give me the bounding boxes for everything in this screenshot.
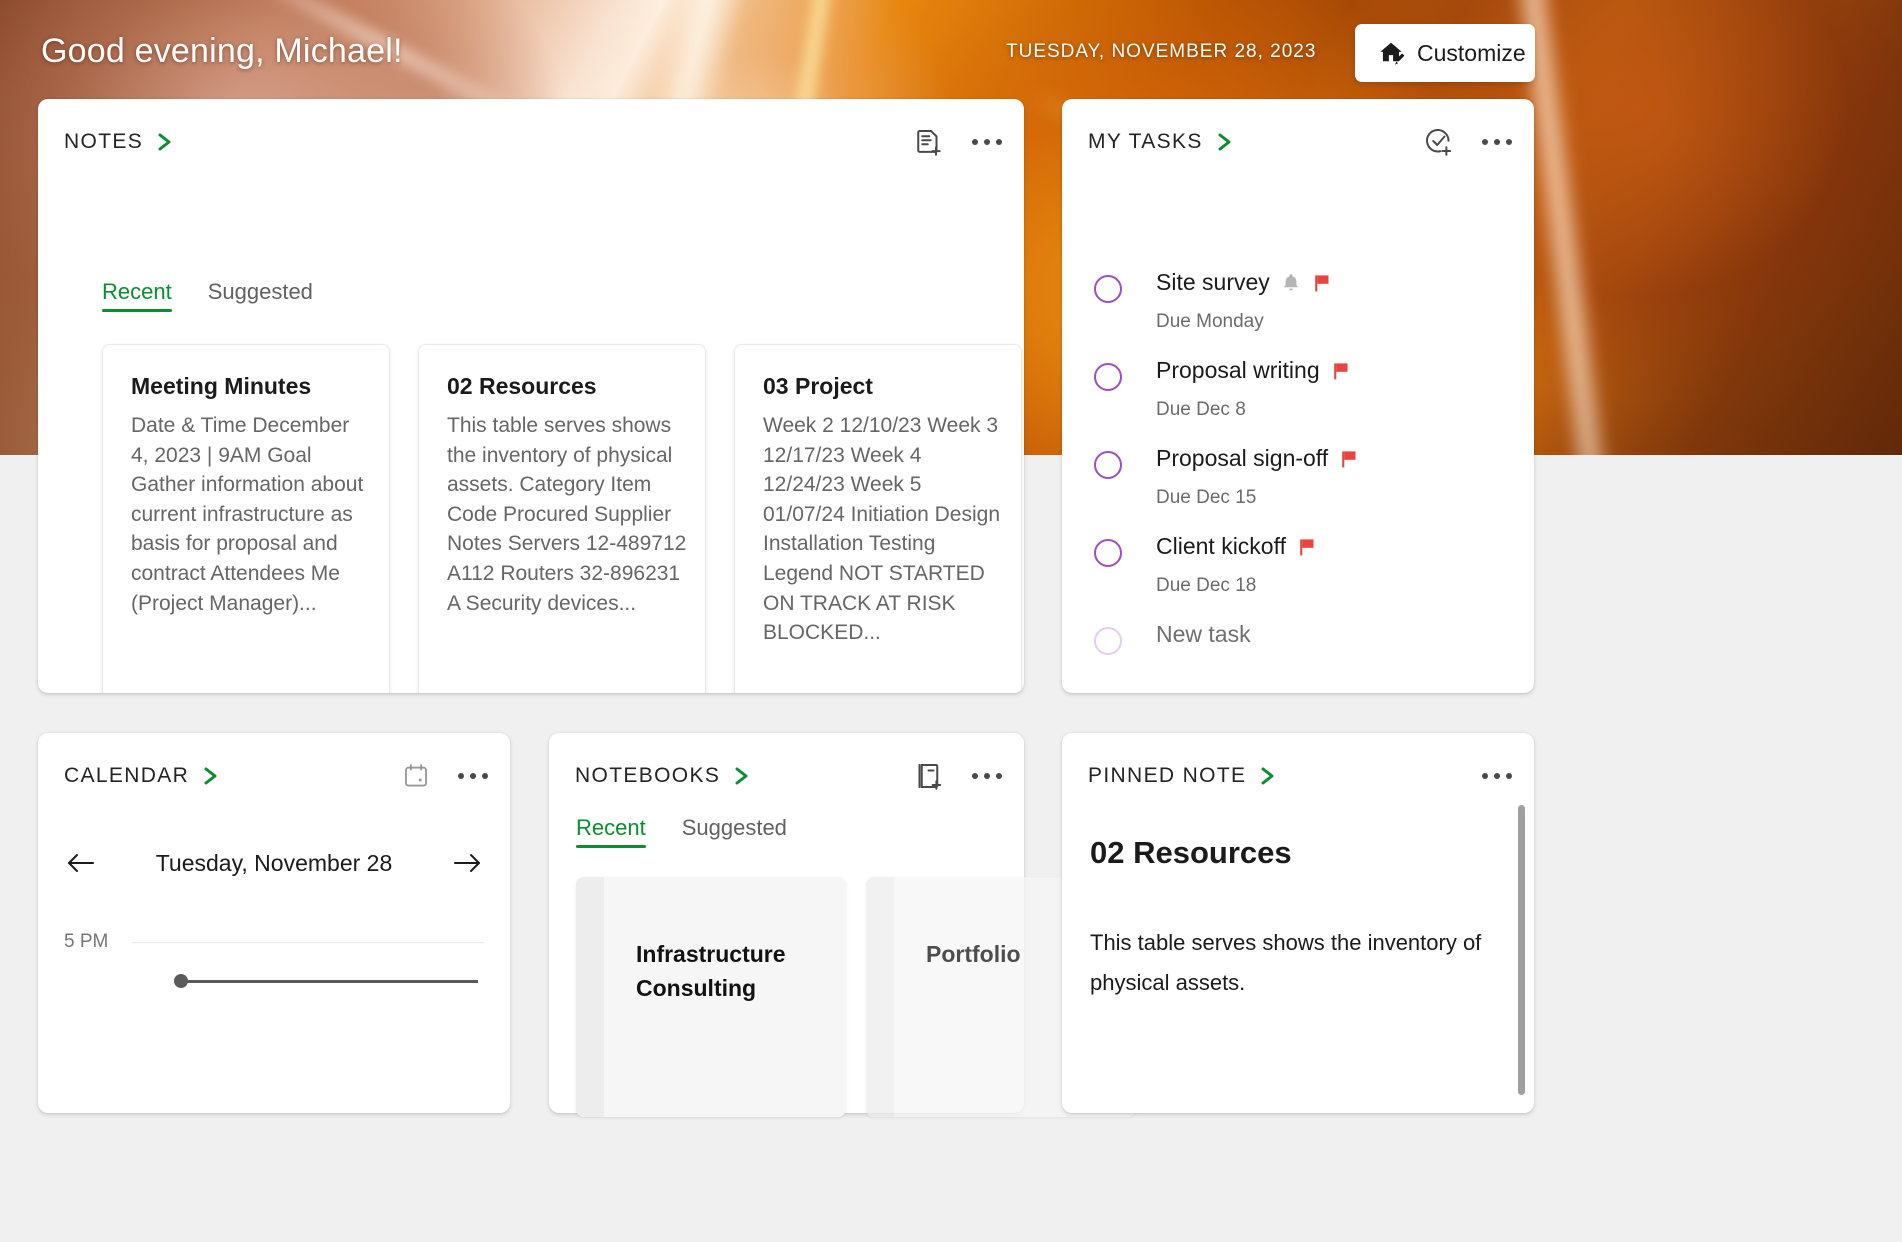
notes-card-title: NOTES bbox=[64, 130, 144, 153]
notebooks-more-options-icon[interactable] bbox=[972, 773, 1002, 779]
tab-notebooks-recent[interactable]: Recent bbox=[576, 815, 646, 848]
add-task-icon[interactable] bbox=[1424, 127, 1454, 157]
pinned-note-card-header: PINNED NOTE bbox=[1088, 759, 1512, 793]
pinned-note-more-options-icon[interactable] bbox=[1482, 773, 1512, 779]
notes-tabs: Recent Suggested bbox=[102, 279, 313, 312]
pinned-note-card: PINNED NOTE 02 Resources This table serv… bbox=[1062, 733, 1534, 1113]
my-tasks-more-options-icon[interactable] bbox=[1482, 139, 1512, 145]
task-checkbox[interactable] bbox=[1094, 451, 1122, 479]
note-title: Meeting Minutes bbox=[131, 373, 312, 399]
calendar-more-options-icon[interactable] bbox=[458, 773, 488, 779]
task-row[interactable]: Proposal writing Due Dec 8 bbox=[1094, 357, 1510, 445]
task-due-date: Due Dec 15 bbox=[1156, 487, 1257, 508]
new-task-label: New task bbox=[1156, 621, 1251, 647]
reminder-bell-icon bbox=[1281, 272, 1301, 294]
task-due-date: Due Dec 18 bbox=[1156, 575, 1257, 596]
new-note-icon[interactable] bbox=[914, 127, 944, 157]
notebook-spine bbox=[576, 877, 604, 1117]
note-title: 03 Project bbox=[763, 373, 873, 399]
notes-card: NOTES Recent Suggested Meeting Minutes D… bbox=[38, 99, 1024, 693]
calendar-icon[interactable] bbox=[402, 762, 430, 790]
calendar-hour-divider bbox=[132, 941, 484, 943]
note-tile[interactable]: 02 Resources This table serves shows the… bbox=[418, 344, 706, 693]
chevron-right-icon[interactable] bbox=[156, 131, 174, 153]
chevron-right-icon[interactable] bbox=[733, 765, 751, 787]
my-tasks-card-title: MY TASKS bbox=[1088, 130, 1203, 153]
task-row[interactable]: Proposal sign-off Due Dec 15 bbox=[1094, 445, 1510, 533]
pinned-note-title: 02 Resources bbox=[1090, 835, 1292, 870]
previous-day-arrow-icon[interactable] bbox=[64, 850, 98, 876]
calendar-current-time-indicator bbox=[174, 974, 478, 988]
chevron-right-icon[interactable] bbox=[1216, 131, 1234, 153]
calendar-navigation: Tuesday, November 28 bbox=[64, 843, 484, 883]
note-preview: This table serves shows the inventory of… bbox=[447, 414, 687, 615]
notes-more-options-icon[interactable] bbox=[972, 139, 1002, 145]
pinned-note-card-title: PINNED NOTE bbox=[1088, 764, 1247, 787]
flag-icon bbox=[1331, 360, 1351, 382]
task-row[interactable]: Site survey Due Monday bbox=[1094, 269, 1510, 357]
pinned-note-body: This table serves shows the inventory of… bbox=[1090, 930, 1482, 995]
note-title: 02 Resources bbox=[447, 373, 597, 399]
note-preview: Date & Time December 4, 2023 | 9AM Goal … bbox=[131, 414, 364, 615]
note-tile[interactable]: Meeting Minutes Date & Time December 4, … bbox=[102, 344, 390, 693]
new-task-checkbox[interactable] bbox=[1094, 627, 1122, 655]
calendar-hour-label: 5 PM bbox=[64, 931, 109, 952]
tab-notes-recent[interactable]: Recent bbox=[102, 279, 172, 312]
pinned-note-scrollbar[interactable] bbox=[1518, 805, 1525, 1095]
task-list: Site survey Due Monday Proposal writing … bbox=[1094, 269, 1510, 693]
customize-button[interactable]: Customize bbox=[1355, 24, 1535, 82]
tab-notes-suggested[interactable]: Suggested bbox=[208, 279, 313, 312]
flag-icon bbox=[1297, 536, 1317, 558]
task-checkbox[interactable] bbox=[1094, 363, 1122, 391]
next-day-arrow-icon[interactable] bbox=[450, 850, 484, 876]
task-checkbox[interactable] bbox=[1094, 275, 1122, 303]
banner-date-label: TUESDAY, NOVEMBER 28, 2023 bbox=[1006, 41, 1317, 62]
new-notebook-icon[interactable] bbox=[914, 761, 944, 791]
calendar-card: CALENDAR Tuesday, November 28 5 PM bbox=[38, 733, 510, 1113]
task-name: Proposal sign-off bbox=[1156, 445, 1329, 471]
my-tasks-card: MY TASKS Site survey Due Monday Proposal… bbox=[1062, 99, 1534, 693]
note-preview: Week 2 12/10/23 Week 3 12/17/23 Week 4 1… bbox=[763, 414, 1000, 645]
calendar-hour-row: 5 PM bbox=[64, 928, 484, 956]
flag-icon bbox=[1339, 448, 1359, 470]
notebooks-card-title: NOTEBOOKS bbox=[575, 764, 721, 787]
notebook-name: Infrastructure Consulting bbox=[636, 941, 786, 1001]
home-pencil-icon bbox=[1377, 39, 1405, 67]
notes-card-header: NOTES bbox=[64, 125, 1002, 159]
notebook-tile[interactable]: Infrastructure Consulting bbox=[576, 877, 846, 1117]
note-tile[interactable]: 03 Project Week 2 12/10/23 Week 3 12/17/… bbox=[734, 344, 1022, 693]
customize-button-label: Customize bbox=[1417, 39, 1526, 66]
task-name: Client kickoff bbox=[1156, 533, 1286, 559]
notebooks-tabs: Recent Suggested bbox=[576, 815, 787, 848]
task-name: Site survey bbox=[1156, 269, 1270, 295]
task-checkbox[interactable] bbox=[1094, 539, 1122, 567]
current-time-line bbox=[181, 979, 478, 983]
task-name: Proposal writing bbox=[1156, 357, 1320, 383]
notes-list: Meeting Minutes Date & Time December 4, … bbox=[102, 344, 1024, 693]
notebooks-card-header: NOTEBOOKS bbox=[575, 759, 1002, 793]
chevron-right-icon[interactable] bbox=[202, 765, 220, 787]
task-row[interactable]: Client kickoff Due Dec 18 bbox=[1094, 533, 1510, 621]
tab-notebooks-suggested[interactable]: Suggested bbox=[682, 815, 787, 848]
my-tasks-card-header: MY TASKS bbox=[1088, 125, 1512, 159]
calendar-card-title: CALENDAR bbox=[64, 764, 190, 787]
notebook-spine bbox=[866, 877, 894, 1117]
new-task-row[interactable]: New task bbox=[1094, 621, 1510, 693]
flag-icon bbox=[1312, 272, 1332, 294]
greeting-text: Good evening, Michael! bbox=[41, 32, 403, 70]
task-due-date: Due Monday bbox=[1156, 311, 1264, 332]
calendar-card-header: CALENDAR bbox=[64, 759, 488, 793]
chevron-right-icon[interactable] bbox=[1259, 765, 1277, 787]
calendar-current-date: Tuesday, November 28 bbox=[155, 849, 393, 876]
task-due-date: Due Dec 8 bbox=[1156, 399, 1246, 420]
